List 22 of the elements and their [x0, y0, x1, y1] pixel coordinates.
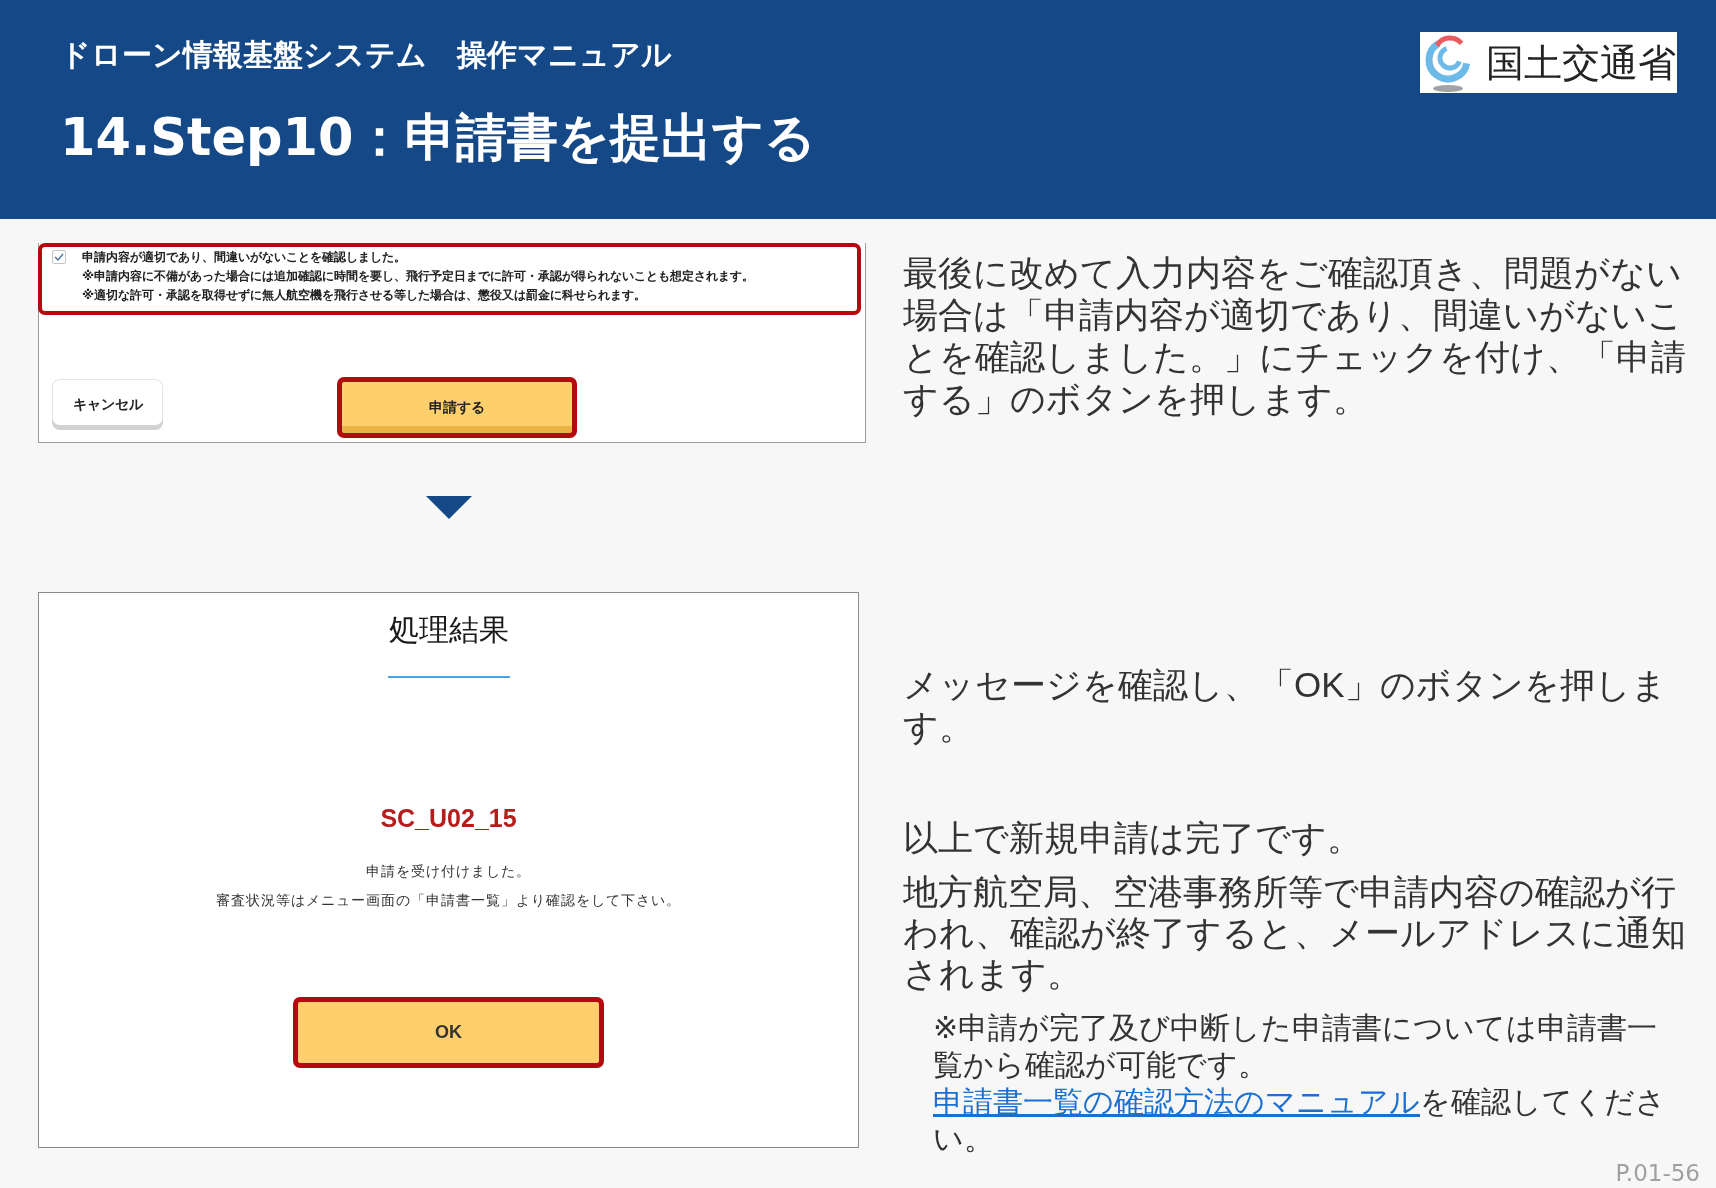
manual-title: ドローン情報基盤システム 操作マニュアル — [60, 37, 672, 73]
instruction-text: 地方航空局、空港事務所等で申請内容の確認が行われ、確認が終了すると、メールアドレスに通知されます。 — [903, 871, 1687, 994]
instruction-text: 最後に改めて入力内容をご確認頂き、問題がない場合は「申請内容が適切であり、間違いがないことを確認しました。」にチェックを付け、「申請する」のボタンを押します。 — [903, 252, 1687, 420]
logo-text: 国土交通省 — [1486, 40, 1676, 85]
result-code: SC_U02_15 — [380, 803, 517, 833]
manual-link[interactable]: 申請書一覧の確認方法のマニュアル — [933, 1085, 1420, 1118]
cancel-button[interactable]: キャンセル — [52, 379, 163, 430]
note-text: ※申請が完了及び中断した申請書については申請書一覧から確認が可能です。 申請書一覧の確認方法のマニュアルを確認してください。 — [933, 1010, 1667, 1157]
instruction-text: 以上で新規申請は完了です。 — [903, 817, 1363, 859]
checkbox[interactable] — [52, 250, 66, 264]
dialog-title: 処理結果 — [388, 612, 509, 648]
instruction-text: メッセージを確認し、「OK」のボタンを押します。 — [903, 664, 1668, 748]
page-number: P.01-56 — [1615, 1160, 1700, 1186]
down-arrow-icon — [426, 496, 472, 519]
message-text: 審査状況等はメニュー画面の「申請書一覧」より確認をして下さい。 — [216, 891, 681, 910]
agreement-label: 申請内容が適切であり、間違いがないことを確認しました。 — [82, 249, 406, 266]
note-text: ※適切な許可・承認を取得せずに無人航空機を飛行させる等した場合は、懲役又は罰金に科せられます。 — [82, 287, 647, 304]
note-text: ※申請内容に不備があった場合には追加確認に時間を要し、飛行予定日までに許可・承認が得られないことも想定されます。 — [82, 268, 755, 285]
submit-button[interactable]: 申請する — [337, 377, 577, 438]
ok-button[interactable]: OK — [293, 997, 604, 1068]
page-title: 14.Step10：申請書を提出する — [60, 107, 816, 169]
message-text: 申請を受け付けました。 — [366, 862, 531, 881]
